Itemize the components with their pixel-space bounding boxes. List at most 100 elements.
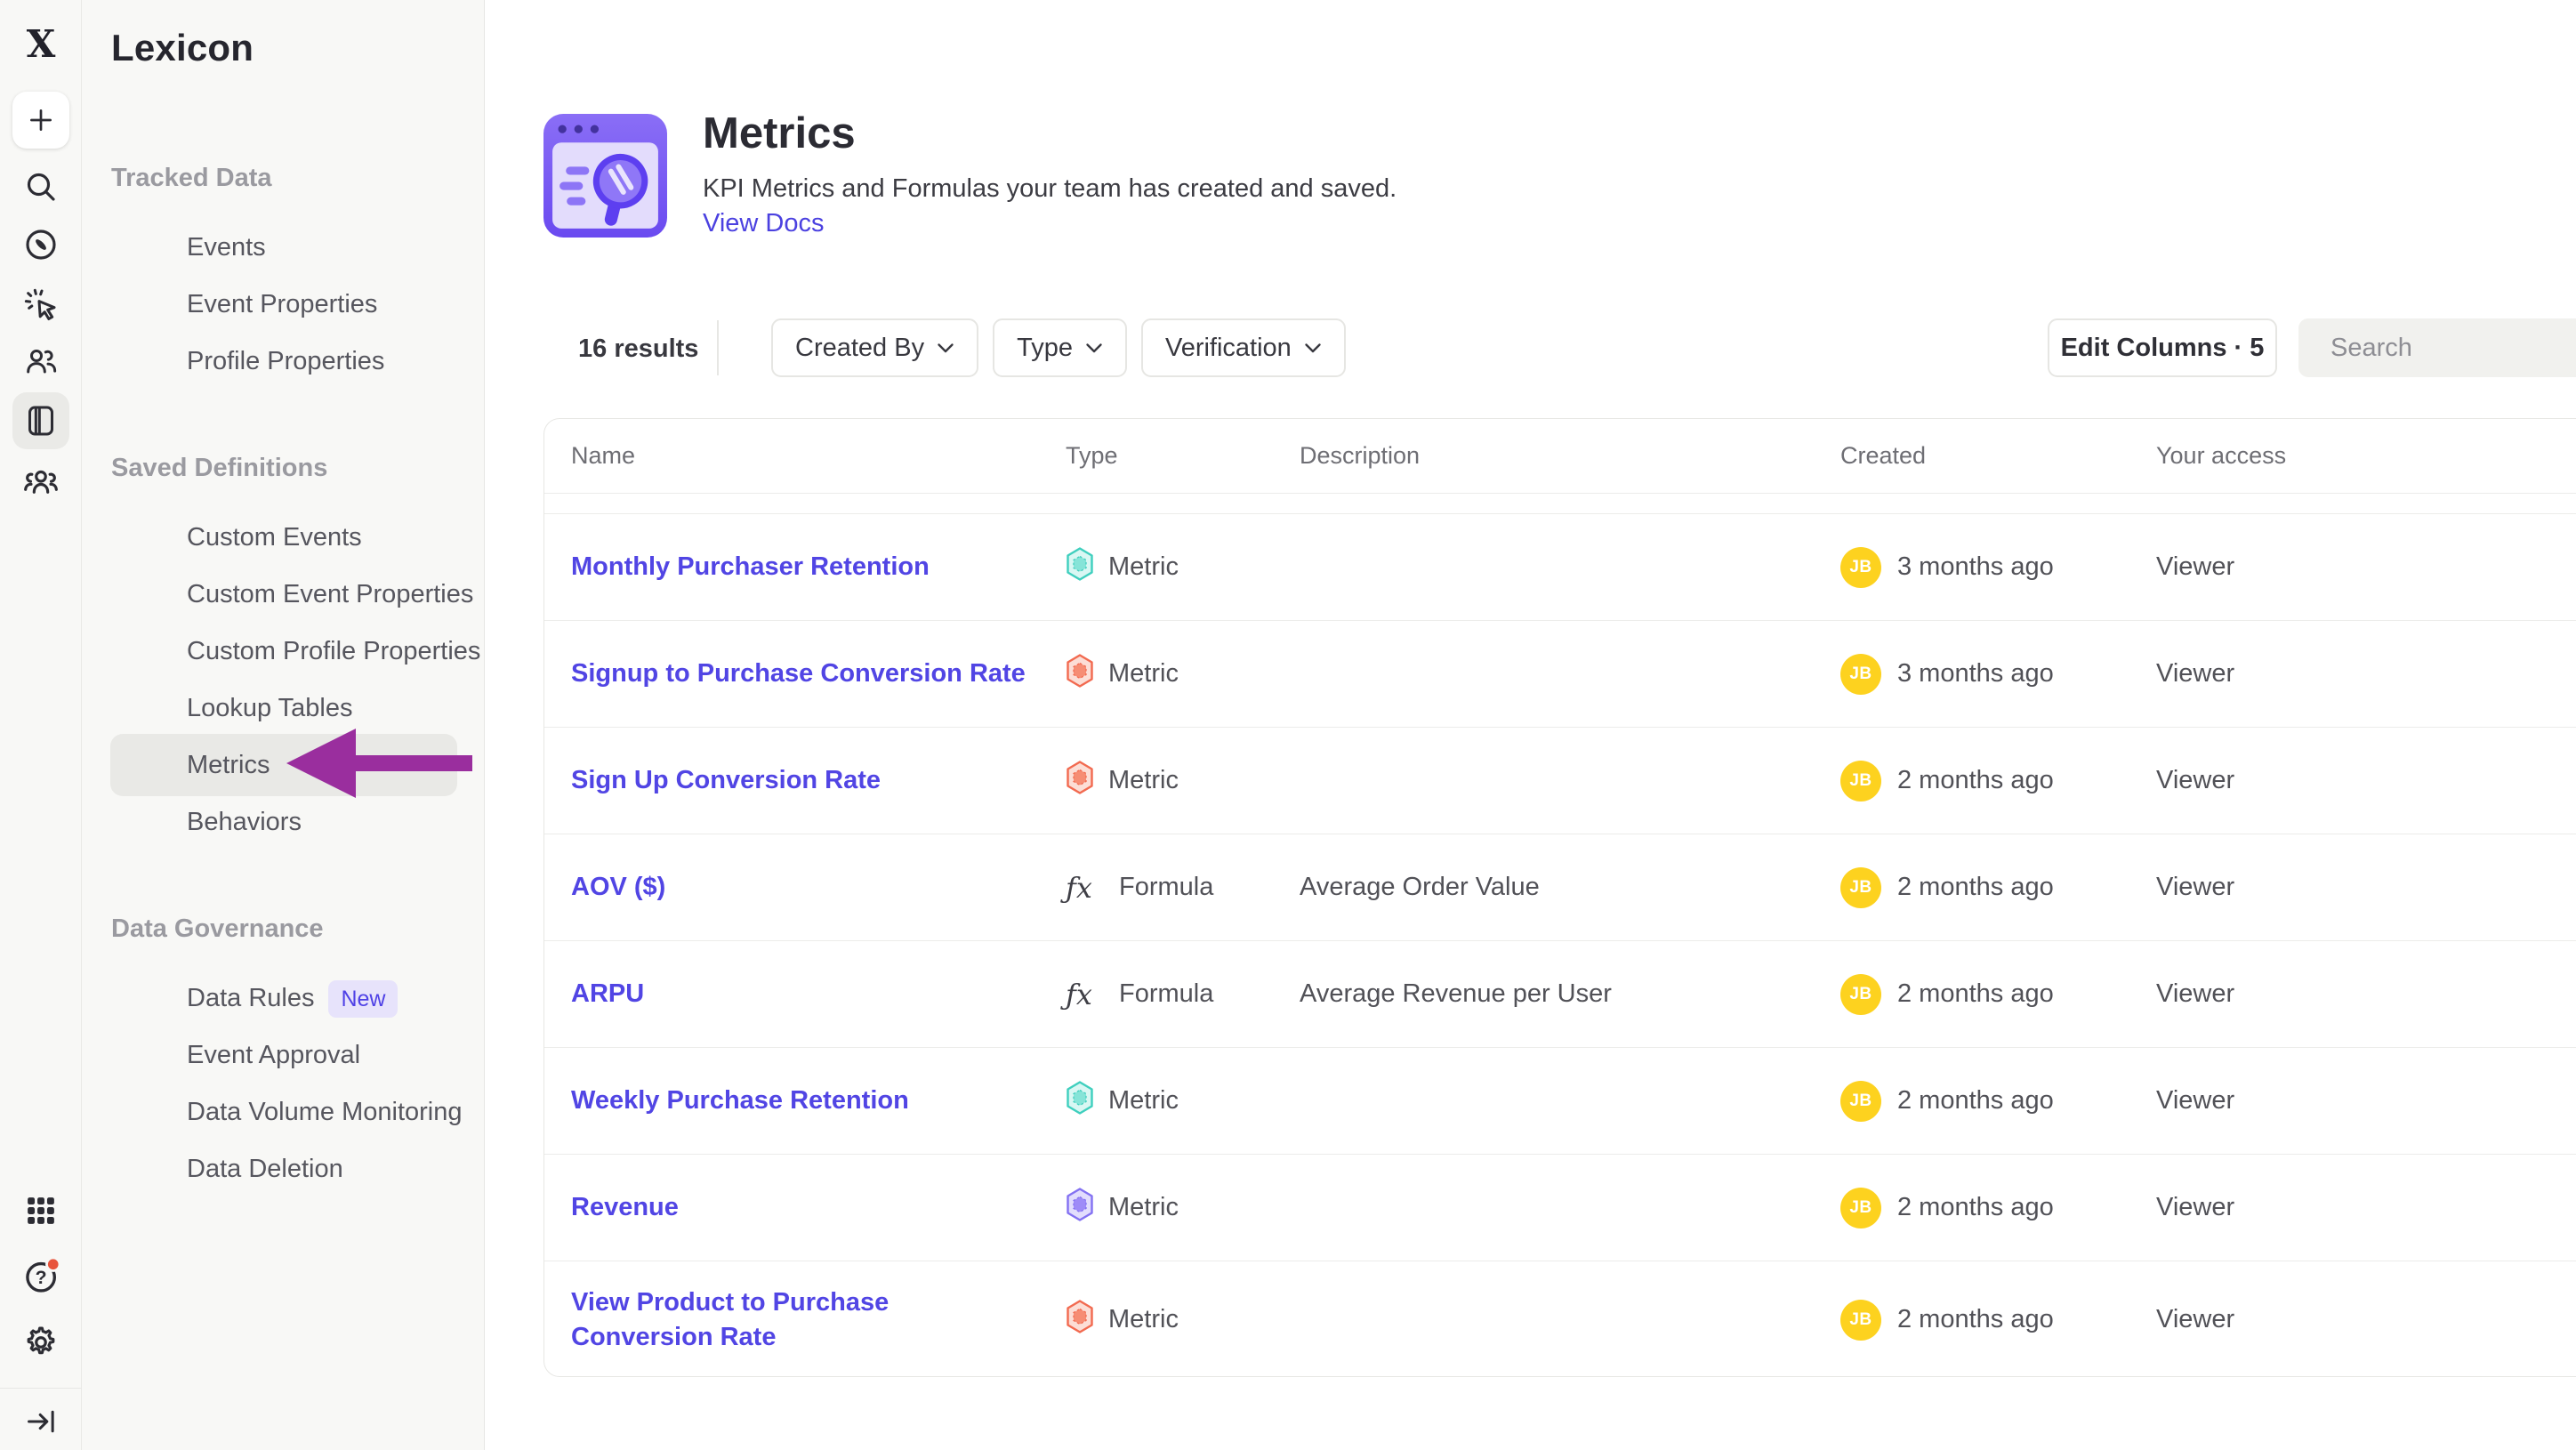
compass-icon[interactable] (23, 227, 59, 262)
sidebar-item-profile-properties[interactable]: Profile Properties (110, 330, 457, 392)
table-row: ARPU ƒx Formula Average Revenue per User… (544, 941, 2576, 1048)
sidebar-item-events[interactable]: Events (110, 216, 457, 278)
sign-out-icon[interactable] (24, 1405, 58, 1438)
new-badge: New (328, 980, 398, 1018)
section-tracked-data: Tracked Data (111, 160, 272, 196)
table-row: Signup to Purchase Conversion Rate Metri… (544, 621, 2576, 728)
lexicon-book-icon (23, 403, 59, 439)
metric-name-link[interactable]: Monthly Purchaser Retention (571, 552, 930, 581)
community-icon[interactable] (22, 463, 60, 500)
sidebar-item-data-volume-monitoring[interactable]: Data Volume Monitoring (110, 1081, 457, 1143)
search-box[interactable] (2298, 318, 2576, 377)
access-cell: Viewer (2156, 873, 2576, 902)
search-nav-icon[interactable] (23, 169, 59, 205)
section-data-governance: Data Governance (111, 911, 324, 947)
created-cell: JB 2 months ago (1840, 1188, 2156, 1228)
created-cell: JB 2 months ago (1840, 974, 2156, 1015)
column-header-your-access[interactable]: Your access (2156, 442, 2576, 470)
svg-text:X: X (27, 25, 56, 64)
creator-avatar: JB (1840, 1081, 1881, 1122)
type-cell: Metric (1066, 547, 1300, 588)
section-saved-definitions: Saved Definitions (111, 450, 327, 486)
sidebar-item-event-approval[interactable]: Event Approval (110, 1024, 457, 1086)
view-docs-link[interactable]: View Docs (703, 209, 824, 238)
metric-name-link[interactable]: ARPU (571, 979, 644, 1008)
metric-name-link[interactable]: AOV ($) (571, 873, 665, 901)
page-description: KPI Metrics and Formulas your team has c… (703, 174, 1397, 204)
help-icon[interactable]: ? (21, 1255, 62, 1296)
creator-avatar: JB (1840, 761, 1881, 802)
column-header-description[interactable]: Description (1300, 442, 1840, 470)
table-row: View Product to Purchase Conversion Rate… (544, 1261, 2576, 1377)
creator-avatar: JB (1840, 547, 1881, 588)
access-cell: Viewer (2156, 659, 2576, 689)
sidebar-item-event-properties[interactable]: Event Properties (110, 273, 457, 335)
plus-button[interactable] (12, 92, 69, 149)
column-header-created[interactable]: Created (1840, 442, 2156, 470)
created-cell: JB 2 months ago (1840, 867, 2156, 908)
cursor-click-icon[interactable] (23, 286, 59, 322)
svg-text:?: ? (36, 1268, 47, 1288)
page-title: Metrics (703, 109, 856, 158)
sidebar-item-behaviors[interactable]: Behaviors (110, 791, 457, 853)
access-cell: Viewer (2156, 766, 2576, 795)
table-row: Weekly Purchase Retention Metric JB 2 mo… (544, 1048, 2576, 1155)
sidebar-item-custom-profile-properties[interactable]: Custom Profile Properties (110, 620, 457, 682)
formula-icon: ƒx (1066, 871, 1105, 905)
icon-rail: X (0, 0, 82, 1450)
created-time: 2 months ago (1897, 873, 2054, 902)
sidebar-item-metrics[interactable]: Metrics (110, 734, 457, 796)
sidebar-item-custom-event-properties[interactable]: Custom Event Properties (110, 563, 457, 625)
type-cell: ƒx Formula (1066, 871, 1300, 905)
filter-chips: Created By Type Verification (771, 318, 1346, 377)
table-row: AOV ($) ƒx Formula Average Order Value J… (544, 834, 2576, 941)
creator-avatar: JB (1840, 1300, 1881, 1341)
column-header-type[interactable]: Type (1066, 442, 1300, 470)
filter-verification[interactable]: Verification (1141, 318, 1346, 377)
metric-name-link[interactable]: Revenue (571, 1193, 679, 1221)
metric-name-link[interactable]: Signup to Purchase Conversion Rate (571, 659, 1026, 688)
search-input[interactable] (2330, 334, 2576, 363)
users-icon[interactable] (23, 343, 59, 379)
sidebar-item-custom-events[interactable]: Custom Events (110, 506, 457, 568)
type-cell: Metric (1066, 1188, 1300, 1228)
filter-type[interactable]: Type (993, 318, 1127, 377)
settings-gear-icon[interactable] (22, 1324, 60, 1361)
created-cell: JB 2 months ago (1840, 1081, 2156, 1122)
access-cell: Viewer (2156, 1305, 2576, 1334)
table-row: Monthly Purchaser Retention Metric JB 3 … (544, 514, 2576, 621)
created-time: 3 months ago (1897, 659, 2054, 689)
created-time: 2 months ago (1897, 1086, 2054, 1116)
type-label: Metric (1108, 659, 1179, 689)
clipped-row (544, 494, 2576, 514)
column-header-name[interactable]: Name (571, 442, 1066, 470)
table-row: Sign Up Conversion Rate Metric JB 2 mont… (544, 728, 2576, 834)
edit-columns-button[interactable]: Edit Columns · 5 (2048, 318, 2277, 377)
sidebar-item-data-deletion[interactable]: Data Deletion (110, 1138, 457, 1200)
filter-created-by[interactable]: Created By (771, 318, 978, 377)
sidebar-item-lookup-tables[interactable]: Lookup Tables (110, 677, 457, 739)
chevron-down-icon (937, 342, 954, 354)
access-cell: Viewer (2156, 1086, 2576, 1116)
metrics-table: Name Type Description Created Your acces… (543, 418, 2576, 1377)
access-cell: Viewer (2156, 552, 2576, 582)
sidebar-item-data-rules[interactable]: Data RulesNew (110, 967, 457, 1029)
created-cell: JB 3 months ago (1840, 654, 2156, 695)
chevron-down-icon (1085, 342, 1103, 354)
apps-grid-icon[interactable] (24, 1194, 58, 1228)
type-label: Formula (1119, 873, 1213, 902)
mixpanel-logo-icon[interactable]: X (21, 25, 60, 64)
creator-avatar: JB (1840, 867, 1881, 908)
lexicon-book-nav[interactable] (12, 392, 69, 449)
plus-icon (26, 105, 56, 135)
created-time: 2 months ago (1897, 1193, 2054, 1222)
type-label: Metric (1108, 1086, 1179, 1116)
type-label: Formula (1119, 979, 1213, 1009)
lexicon-app: X (0, 0, 2576, 1450)
metric-name-link[interactable]: View Product to Purchase Conversion Rate (571, 1288, 889, 1351)
created-cell: JB 2 months ago (1840, 1300, 2156, 1341)
metric-name-link[interactable]: Weekly Purchase Retention (571, 1086, 909, 1115)
metric-name-link[interactable]: Sign Up Conversion Rate (571, 766, 881, 794)
creator-avatar: JB (1840, 654, 1881, 695)
creator-avatar: JB (1840, 974, 1881, 1015)
